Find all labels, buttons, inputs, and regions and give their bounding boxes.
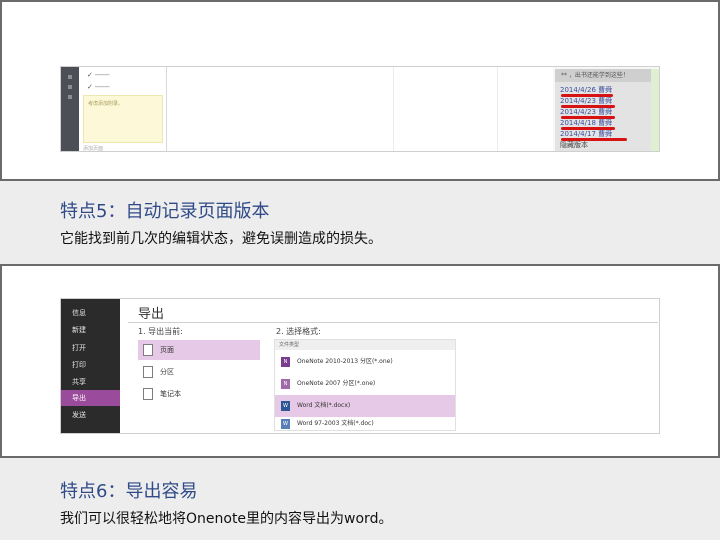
version-list-header: ** ，出书还能学到这些！ — [555, 69, 651, 82]
export-target-section[interactable]: 分区 — [138, 362, 260, 382]
checkbox-item[interactable]: ✓ ──── — [87, 81, 157, 93]
sticky-note: 考虑添加附录。 — [83, 95, 163, 143]
feature5-title: 特点5：自动记录页面版本 — [60, 201, 270, 222]
hide-versions-link[interactable]: 隐藏版本 — [560, 140, 588, 150]
onenote-icon: N — [281, 357, 290, 367]
export-target-notebook[interactable]: 笔记本 — [138, 384, 260, 404]
notebook-icon — [143, 388, 153, 400]
divider — [128, 322, 658, 323]
format-onenote-2007[interactable]: N OneNote 2007 分区(*.one) — [275, 373, 455, 395]
note-panel: ✓ ──── ✓ ──── 考虑添加附录。 添加页面 — [79, 67, 167, 151]
onenote-version-screenshot: ✓ ──── ✓ ──── 考虑添加附录。 添加页面 ** ，出书还能学到这些！ 2… — [60, 66, 660, 152]
onenote-icon: N — [281, 379, 290, 389]
export-heading: 导出 — [138, 307, 165, 322]
version-list: ** ，出书还能学到这些！ 2014/4/26 曹舜 2014/4/23 曹舜 … — [555, 69, 651, 151]
word-icon: W — [281, 419, 290, 429]
format-word-doc[interactable]: W Word 97-2003 文档(*.doc) — [275, 417, 455, 431]
sidebar-item-open[interactable]: 打开 — [61, 340, 120, 356]
feature6-description: 我们可以很轻松地将Onenote里的内容导出为word。 — [60, 511, 393, 527]
format-list: 文件类型 N OneNote 2010-2013 分区(*.one) N OneNo… — [274, 339, 456, 431]
red-underline — [561, 94, 613, 97]
red-underline — [561, 116, 615, 119]
sidebar-item-new[interactable]: 新建 — [61, 322, 120, 338]
page-canvas — [167, 67, 553, 151]
sidebar-item-send[interactable]: 发送 — [61, 407, 120, 423]
section-icon — [143, 366, 153, 378]
format-onenote-2010[interactable]: N OneNote 2010-2013 分区(*.one) — [275, 351, 455, 373]
sidebar-item-share[interactable]: 共享 — [61, 374, 120, 390]
sidebar-item-print[interactable]: 打印 — [61, 357, 120, 373]
format-list-header: 文件类型 — [275, 340, 455, 350]
red-underline — [561, 105, 615, 108]
export-current-label: 1. 导出当前: — [138, 327, 183, 336]
sidebar-item-info[interactable]: 信息 — [61, 305, 120, 321]
feature6-title: 特点6：导出容易 — [60, 481, 198, 502]
export-target-page[interactable]: 页面 — [138, 340, 260, 360]
section-rail — [61, 67, 79, 151]
add-page-link[interactable]: 添加页面 — [83, 145, 103, 151]
page-icon — [143, 344, 153, 356]
sidebar-item-export[interactable]: 导出 — [61, 390, 120, 406]
format-word-docx[interactable]: W Word 文档(*.docx) — [275, 395, 455, 417]
note-text: 考虑添加附录。 — [88, 101, 124, 107]
word-icon: W — [281, 401, 290, 411]
choose-format-label: 2. 选择格式: — [276, 327, 321, 336]
checkbox-item[interactable]: ✓ ──── — [87, 69, 157, 81]
onenote-export-screenshot: 信息 新建 打开 打印 共享 导出 发送 导出 1. 导出当前: 2. 选择格式… — [60, 298, 660, 434]
feature5-description: 它能找到前几次的编辑状态，避免误删造成的损失。 — [60, 231, 382, 247]
red-underline — [561, 127, 615, 130]
page-tab-strip — [651, 69, 659, 151]
backstage-sidebar: 信息 新建 打开 打印 共享 导出 发送 — [61, 299, 120, 433]
